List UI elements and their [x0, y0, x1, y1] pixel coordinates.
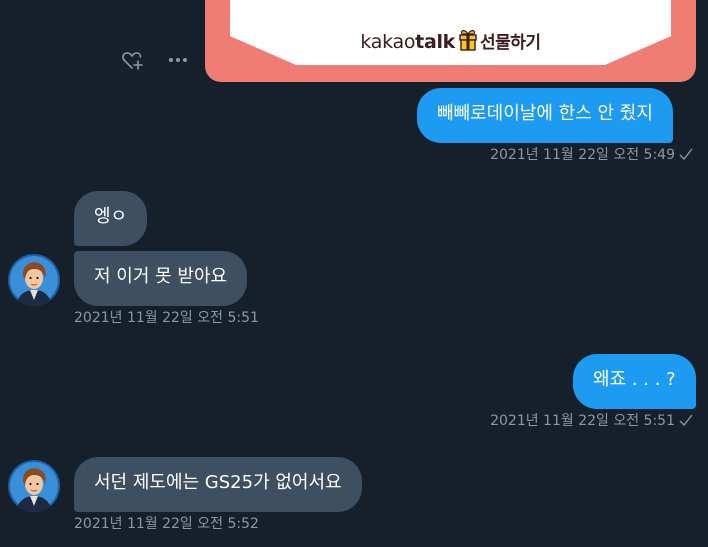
sent-message-bubble[interactable]: 왜죠 . . . ? — [573, 354, 696, 409]
gift-box-icon — [458, 29, 478, 56]
checkmark-icon — [679, 147, 693, 167]
timestamp-text: 2021년 11월 22일 오전 5:49 — [490, 147, 675, 163]
gift-label: 선물하기 — [480, 33, 541, 53]
scrollbar[interactable] — [698, 0, 708, 547]
more-horizontal-icon[interactable] — [166, 48, 190, 72]
timestamp-text: 2021년 11월 22일 오전 5:51 — [74, 310, 259, 326]
received-message-bubble[interactable]: 엥ㅇ — [74, 191, 148, 246]
message-text: 왜죠 . . . ? — [593, 369, 676, 390]
received-message-bubble[interactable]: 서던 제도에는 GS25가 없어서요 — [74, 457, 362, 512]
timestamp-text: 2021년 11월 22일 오전 5:51 — [490, 413, 675, 429]
message-text: 엥ㅇ — [94, 206, 128, 227]
kakaotalk-gift-logo: kakaotalk 선물하기 — [230, 28, 671, 56]
heart-plus-icon[interactable] — [120, 48, 144, 72]
message-timestamp: 2021년 11월 22일 오전 5:49 — [490, 145, 693, 167]
message-text: 저 이거 못 받아요 — [94, 266, 228, 287]
avatar[interactable] — [8, 460, 60, 512]
message-text: 서던 제도에는 GS25가 없어서요 — [94, 472, 342, 493]
avatar[interactable] — [8, 254, 60, 306]
message-text: 빼빼로데이날에 한스 안 줬지 — [437, 103, 653, 124]
gift-card-message[interactable]: kakaotalk 선물하기 — [205, 0, 696, 82]
message-timestamp: 2021년 11월 22일 오전 5:52 — [74, 514, 259, 534]
gift-card-paper: kakaotalk 선물하기 — [230, 0, 671, 65]
message-timestamp: 2021년 11월 22일 오전 5:51 — [74, 308, 259, 328]
conversation-view: kakaotalk 선물하기 빼빼로데이날에 한스 안 줬지 2021년 11월… — [0, 0, 708, 547]
timestamp-text: 2021년 11월 22일 오전 5:52 — [74, 516, 259, 532]
sent-message-bubble[interactable]: 빼빼로데이날에 한스 안 줬지 — [417, 88, 673, 143]
received-message-bubble[interactable]: 저 이거 못 받아요 — [74, 251, 248, 306]
checkmark-icon — [679, 413, 693, 433]
gift-brand-talk: talk — [415, 31, 456, 53]
message-timestamp: 2021년 11월 22일 오전 5:51 — [490, 411, 693, 433]
gift-brand-kakao: kakao — [360, 31, 416, 53]
